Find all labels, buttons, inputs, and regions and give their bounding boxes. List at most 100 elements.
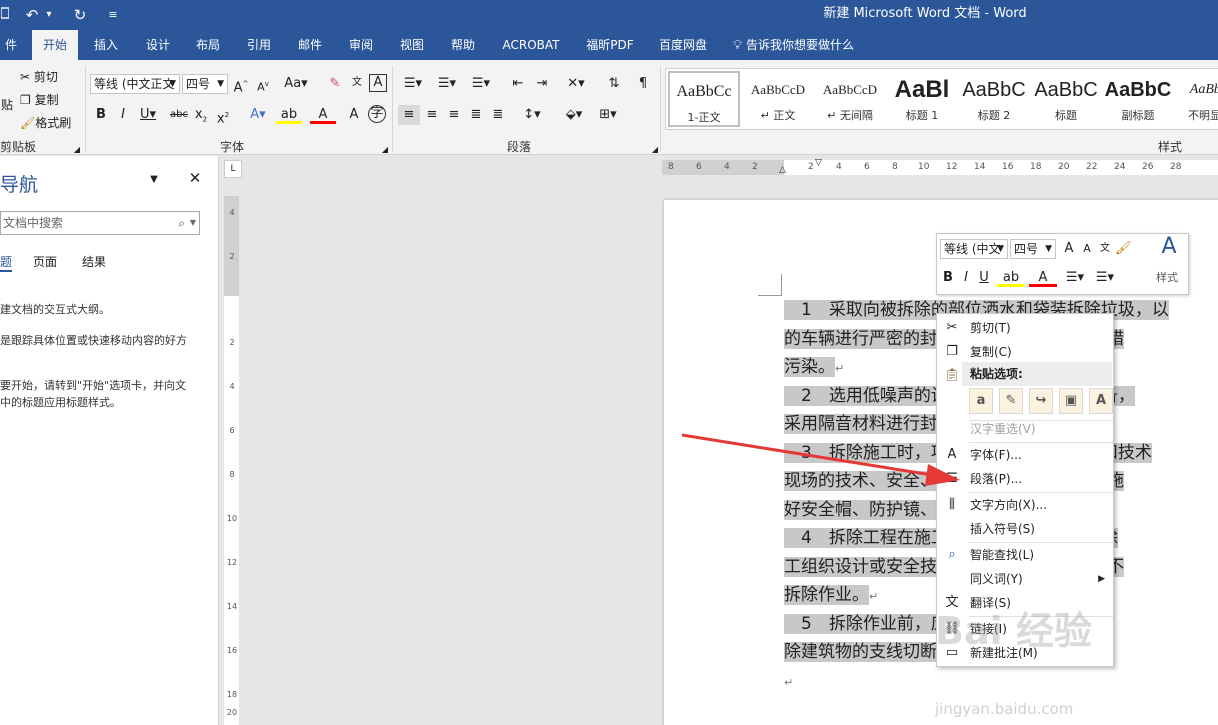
style-item[interactable]: AaBbC 不明显强 xyxy=(1174,71,1218,127)
styles-label[interactable]: 样式 xyxy=(1149,268,1185,288)
nav-search-input[interactable]: 文档中搜索 ⌕ ▼ xyxy=(0,211,200,235)
chinese-layout-icon[interactable]: ✕▾ xyxy=(562,74,590,94)
enclose-characters-icon[interactable]: 字 xyxy=(368,105,386,123)
styles-icon[interactable]: A xyxy=(1153,236,1185,258)
redo-icon[interactable]: ↻ xyxy=(68,0,92,30)
tab-design[interactable]: 设计 xyxy=(137,30,179,60)
search-icon[interactable]: ⌕ xyxy=(178,212,185,234)
subscript-icon[interactable]: x2 xyxy=(193,105,209,130)
phonetic-guide-icon[interactable]: 文 xyxy=(1097,239,1113,259)
paste-keep-text-icon[interactable]: A xyxy=(1089,388,1113,414)
italic-icon[interactable]: I xyxy=(958,268,974,288)
nav-tab-results[interactable]: 结果 xyxy=(82,253,106,270)
decrease-indent-icon[interactable]: ⇤ xyxy=(508,74,528,94)
strikethrough-icon[interactable]: abc xyxy=(168,105,190,125)
grow-font-icon[interactable]: A xyxy=(1061,239,1077,259)
numbering-icon[interactable]: ☰▾ xyxy=(1091,268,1119,288)
tell-me-box[interactable]: 💡︎ 告诉我你想要做什么 xyxy=(733,30,854,60)
style-item[interactable]: AaBbC 标题 2 xyxy=(958,71,1030,127)
style-item[interactable]: AaBbCcD ↵ 正文 xyxy=(742,71,814,127)
nav-tab-headings[interactable]: 题 xyxy=(0,253,13,272)
bullets-icon[interactable]: ☰▾ xyxy=(398,74,428,94)
increase-indent-icon[interactable]: ⇥ xyxy=(532,74,552,94)
tab-foxit-pdf[interactable]: 福昕PDF xyxy=(578,30,642,60)
sort-icon[interactable]: ⇅ xyxy=(604,74,624,94)
tab-references[interactable]: 引用 xyxy=(238,30,280,60)
highlight-color-icon[interactable]: ab xyxy=(997,268,1025,287)
align-right-icon[interactable]: ≡ xyxy=(443,105,465,125)
phonetic-guide-icon[interactable]: 文 xyxy=(347,73,367,93)
style-item[interactable]: AaBbCcD ↵ 无间隔 xyxy=(814,71,886,127)
tab-help[interactable]: 帮助 xyxy=(442,30,484,60)
paste-picture-icon[interactable]: ▣ xyxy=(1059,388,1083,414)
paragraph-dialog-launcher-icon[interactable]: ◢ xyxy=(650,140,660,160)
style-item[interactable]: AaBbCc 1-正文 xyxy=(668,71,740,127)
menu-item-insert-symbol[interactable]: 插入符号(S) xyxy=(937,517,1113,541)
font-size-combo[interactable]: 四号 ▼ xyxy=(182,74,228,94)
menu-item-smart-lookup[interactable]: ⌕ 智能查找(L) xyxy=(937,543,1113,567)
style-item[interactable]: AaBbC 标题 xyxy=(1030,71,1102,127)
vertical-ruler[interactable]: 4 2 2 4 6 8 10 12 14 16 18 20 xyxy=(224,196,239,725)
menu-item-synonyms[interactable]: 同义词(Y) ▶ xyxy=(937,567,1113,591)
mini-font-combo[interactable]: 等线 (中文 ▼ xyxy=(940,239,1008,259)
clear-formatting-icon[interactable]: ✎ xyxy=(326,74,344,94)
menu-item-cut[interactable]: ✂ 剪切(T) xyxy=(937,316,1113,340)
undo-icon[interactable]: ↶ xyxy=(20,0,44,30)
tab-file[interactable]: 件 xyxy=(0,30,22,60)
first-line-indent-marker-icon[interactable]: ▽ xyxy=(815,158,822,168)
left-indent-marker-icon[interactable]: △ xyxy=(779,165,786,175)
tab-home[interactable]: 开始 xyxy=(32,30,78,60)
tab-layout[interactable]: 布局 xyxy=(187,30,229,60)
tab-insert[interactable]: 插入 xyxy=(85,30,127,60)
close-icon[interactable]: ✕ xyxy=(186,168,204,188)
character-border-icon[interactable]: A xyxy=(369,74,387,92)
justify-icon[interactable]: ≣ xyxy=(465,105,487,125)
show-marks-icon[interactable]: ¶ xyxy=(633,74,653,94)
bold-icon[interactable]: B xyxy=(93,105,109,125)
cut-button[interactable]: ✂ 剪切 xyxy=(20,67,66,87)
nav-tab-pages[interactable]: 页面 xyxy=(33,253,57,270)
highlight-color-icon[interactable]: ab xyxy=(276,105,302,124)
font-name-combo[interactable]: 等线 (中文正文 ▼ xyxy=(90,74,180,94)
bold-icon[interactable]: B xyxy=(940,268,956,288)
chevron-down-icon[interactable]: ▼ xyxy=(190,212,196,234)
borders-icon[interactable]: ⊞▾ xyxy=(594,105,622,125)
superscript-icon[interactable]: x2 xyxy=(215,105,231,129)
line-spacing-icon[interactable]: ↕▾ xyxy=(518,105,546,125)
shrink-font-icon[interactable]: Av xyxy=(254,74,272,98)
nav-options-icon[interactable]: ▼ xyxy=(146,170,162,190)
save-icon[interactable] xyxy=(0,0,10,30)
multilevel-list-icon[interactable]: ☰▾ xyxy=(466,74,496,94)
menu-item-copy[interactable]: ❐ 复制(C) xyxy=(937,340,1113,364)
shading-icon[interactable]: ⬙▾ xyxy=(560,105,588,125)
paste-button[interactable]: 贴 xyxy=(0,95,14,115)
change-case-icon[interactable]: Aa▾ xyxy=(282,74,310,94)
menu-item-text-direction[interactable]: ⫼ 文字方向(X)... xyxy=(937,493,1113,517)
font-color-icon[interactable]: A xyxy=(1029,268,1057,287)
grow-font-icon[interactable]: A^ xyxy=(232,74,250,98)
format-painter-button[interactable]: 🖌︎格式刷 xyxy=(20,113,76,133)
distributed-icon[interactable]: ≣ xyxy=(487,105,509,125)
underline-icon[interactable]: U xyxy=(976,268,992,288)
copy-button[interactable]: ❐ 复制 xyxy=(20,90,66,110)
horizontal-ruler[interactable]: 8 6 4 2 2 4 6 8 10 12 14 16 18 20 22 24 … xyxy=(662,158,1218,175)
italic-icon[interactable]: I xyxy=(115,105,131,125)
undo-dropdown-icon[interactable]: ▾ xyxy=(44,0,54,30)
align-left-icon[interactable]: ≡ xyxy=(398,105,420,125)
shrink-font-icon[interactable]: A xyxy=(1079,239,1095,259)
underline-icon[interactable]: U▾ xyxy=(137,105,159,125)
paste-keep-source-icon[interactable]: a xyxy=(969,388,993,414)
tab-view[interactable]: 视图 xyxy=(391,30,433,60)
paste-merge-format-icon[interactable]: ✎ xyxy=(999,388,1023,414)
tab-baidu-netdisk[interactable]: 百度网盘 xyxy=(652,30,714,60)
character-shading-icon[interactable]: A xyxy=(346,105,362,125)
tab-acrobat[interactable]: ACROBAT xyxy=(496,30,566,60)
text-effects-icon[interactable]: A▾ xyxy=(245,105,271,125)
font-dialog-launcher-icon[interactable]: ◢ xyxy=(380,140,390,160)
font-color-icon[interactable]: A xyxy=(310,105,336,124)
tab-mailings[interactable]: 邮件 xyxy=(289,30,331,60)
tab-selector[interactable]: L xyxy=(224,160,242,178)
tab-review[interactable]: 审阅 xyxy=(340,30,382,60)
paintbrush-icon[interactable]: 🖌︎ xyxy=(1115,239,1132,259)
bullets-icon[interactable]: ☰▾ xyxy=(1061,268,1089,288)
